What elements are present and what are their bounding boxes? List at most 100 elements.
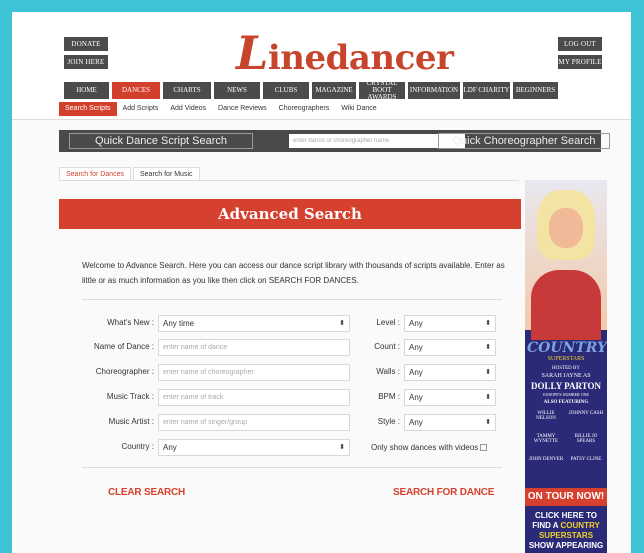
count-select[interactable]: Any ⬍ — [404, 339, 496, 356]
walls-select[interactable]: Any ⬍ — [404, 364, 496, 381]
tab-search-for-music[interactable]: Search for Music — [132, 167, 200, 180]
select-arrows-icon: ⬍ — [485, 369, 491, 376]
logo-initial: L — [236, 26, 268, 80]
donate-button[interactable]: DONATE — [64, 37, 108, 51]
level-value: Any — [409, 319, 423, 328]
search-tabs: Search for Dances Search for Music — [59, 167, 519, 181]
ad-sarah-jayne: SARAH JAYNE AS — [541, 373, 591, 379]
ad-tammy-wynette: TAMMY WYNETTE — [533, 434, 559, 444]
logout-button[interactable]: LOG OUT — [558, 37, 602, 51]
ad-superstars-cta: SUPERSTARS — [538, 531, 594, 540]
select-arrows-icon: ⬍ — [339, 320, 345, 327]
level-label: Level : — [376, 318, 400, 327]
subnav-add-videos[interactable]: Add Videos — [164, 102, 212, 116]
quick-dance-script-search-button[interactable]: Quick Dance Script Search — [69, 133, 253, 149]
site-logo[interactable]: Linedancer — [236, 26, 454, 80]
ad-performer-face — [549, 208, 583, 248]
nav-clubs[interactable]: CLUBS — [263, 82, 309, 99]
bpm-label: BPM : — [378, 392, 400, 401]
nav-magazine[interactable]: MAGAZINE — [312, 82, 356, 99]
videos-only-checkbox[interactable] — [480, 444, 488, 452]
ad-find-a: FIND A — [532, 521, 559, 530]
name-of-dance-label: Name of Dance : — [93, 342, 154, 351]
level-select[interactable]: Any ⬍ — [404, 315, 496, 332]
quick-search-bar: Quick Dance Script Search enter dance or… — [59, 130, 610, 152]
ad-europe: EUROPE'S NUMBER ONE — [543, 392, 589, 397]
country-label: Country : — [121, 442, 154, 451]
divider — [82, 299, 502, 300]
subnav-choreographers[interactable]: Choreographers — [273, 102, 336, 116]
select-arrows-icon: ⬍ — [485, 320, 491, 327]
subnav-dance-reviews[interactable]: Dance Reviews — [212, 102, 273, 116]
music-artist-input[interactable]: enter name of singer/group — [158, 414, 350, 431]
nav-information[interactable]: INFORMATION — [408, 82, 460, 99]
country-select[interactable]: Any ⬍ — [158, 439, 350, 456]
logo-text: inedancer — [267, 38, 454, 78]
walls-label: Walls : — [376, 367, 400, 376]
bpm-select[interactable]: Any ⬍ — [404, 389, 496, 406]
music-track-label: Music Track : — [106, 392, 154, 401]
ad-also-featuring: ALSO FEATURING — [543, 400, 589, 405]
walls-value: Any — [409, 368, 423, 377]
ad-johnny-cash: JOHNNY CASH — [568, 411, 604, 416]
ad-billie-jo-spears: BILLIE JO SPEARS — [574, 434, 598, 444]
music-artist-label: Music Artist : — [108, 417, 154, 426]
page: DONATE JOIN HERE LOG OUT MY PROFILE Line… — [12, 12, 631, 553]
select-arrows-icon: ⬍ — [339, 444, 345, 451]
select-arrows-icon: ⬍ — [485, 419, 491, 426]
style-label: Style : — [377, 417, 400, 426]
count-value: Any — [409, 343, 423, 352]
nav-home[interactable]: HOME — [64, 82, 109, 99]
subnav-wiki-dance[interactable]: Wiki Dance — [335, 102, 382, 116]
count-label: Count : — [374, 342, 400, 351]
search-for-dances-button[interactable]: SEARCH FOR DANCE — [393, 487, 494, 498]
nav-beginners[interactable]: BEGINNERS — [513, 82, 558, 99]
bpm-value: Any — [409, 393, 423, 402]
ad-superstars-title: SUPERSTARS — [547, 356, 585, 362]
nav-ldf-charity[interactable]: LDF CHARITY — [463, 82, 510, 99]
ad-willie-nelson: WILLIE NELSON — [536, 411, 556, 421]
ad-find-a-country: FIND A COUNTRY — [525, 521, 607, 531]
choreographer-label: Choreographer : — [95, 367, 154, 376]
subnav-add-scripts[interactable]: Add Scripts — [117, 102, 165, 116]
ad-on-tour-now: ON TOUR NOW! — [525, 488, 607, 506]
select-arrows-icon: ⬍ — [485, 394, 491, 401]
videos-only-label: Only show dances with videos — [371, 443, 479, 452]
whats-new-select[interactable]: Any time ⬍ — [158, 315, 350, 332]
ad-show-appearing: SHOW APPEARING — [528, 541, 604, 550]
ad-john-denver: JOHN DENVER — [528, 457, 564, 462]
clear-search-button[interactable]: CLEAR SEARCH — [108, 487, 185, 498]
videos-only-option[interactable]: Only show dances with videos — [371, 440, 488, 456]
style-select[interactable]: Any ⬍ — [404, 414, 496, 431]
nav-news[interactable]: NEWS — [214, 82, 260, 99]
subnav-search-scripts[interactable]: Search Scripts — [59, 102, 117, 116]
ad-country-title: COUNTRY — [527, 340, 607, 356]
quick-choreographer-search-button[interactable]: Quick Choreographer Search — [438, 133, 610, 149]
my-profile-button[interactable]: MY PROFILE — [558, 55, 602, 69]
intro-text: Welcome to Advance Search. Here you can … — [82, 261, 505, 285]
music-track-input[interactable]: enter name of track — [158, 389, 350, 406]
join-button[interactable]: JOIN HERE — [64, 55, 108, 69]
ad-click-here: CLICK HERE TO — [534, 511, 598, 520]
tab-search-for-dances[interactable]: Search for Dances — [59, 167, 131, 180]
ad-dolly-parton: DOLLY PARTON — [531, 381, 601, 391]
country-value: Any — [163, 443, 177, 452]
ad-country-word: COUNTRY — [560, 521, 600, 530]
nav-charts[interactable]: CHARTS — [163, 82, 211, 99]
main-nav: HOME DANCES CHARTS NEWS CLUBS MAGAZINE C… — [64, 80, 558, 101]
divider — [82, 467, 502, 468]
style-value: Any — [409, 418, 423, 427]
ad-hosted-by: HOSTED BY — [552, 366, 580, 371]
choreographer-input[interactable]: enter name of choreographer — [158, 364, 350, 381]
nav-crystal-boot-awards[interactable]: CRYSTAL BOOT AWARDS — [359, 80, 405, 101]
select-arrows-icon: ⬍ — [485, 344, 491, 351]
ad-patsy-cline: PATSY CLINE — [570, 457, 602, 462]
country-superstars-ad[interactable]: COUNTRY SUPERSTARS HOSTED BY SARAH JAYNE… — [525, 180, 607, 553]
sub-nav: Search Scripts Add Scripts Add Videos Da… — [59, 102, 383, 116]
site-header: DONATE JOIN HERE LOG OUT MY PROFILE Line… — [12, 12, 631, 120]
whats-new-label: What's New : — [107, 318, 154, 327]
nav-dances[interactable]: DANCES — [112, 82, 160, 99]
name-of-dance-input[interactable]: enter name of dance — [158, 339, 350, 356]
whats-new-value: Any time — [163, 319, 195, 328]
advanced-search-banner: Advanced Search — [59, 199, 521, 229]
